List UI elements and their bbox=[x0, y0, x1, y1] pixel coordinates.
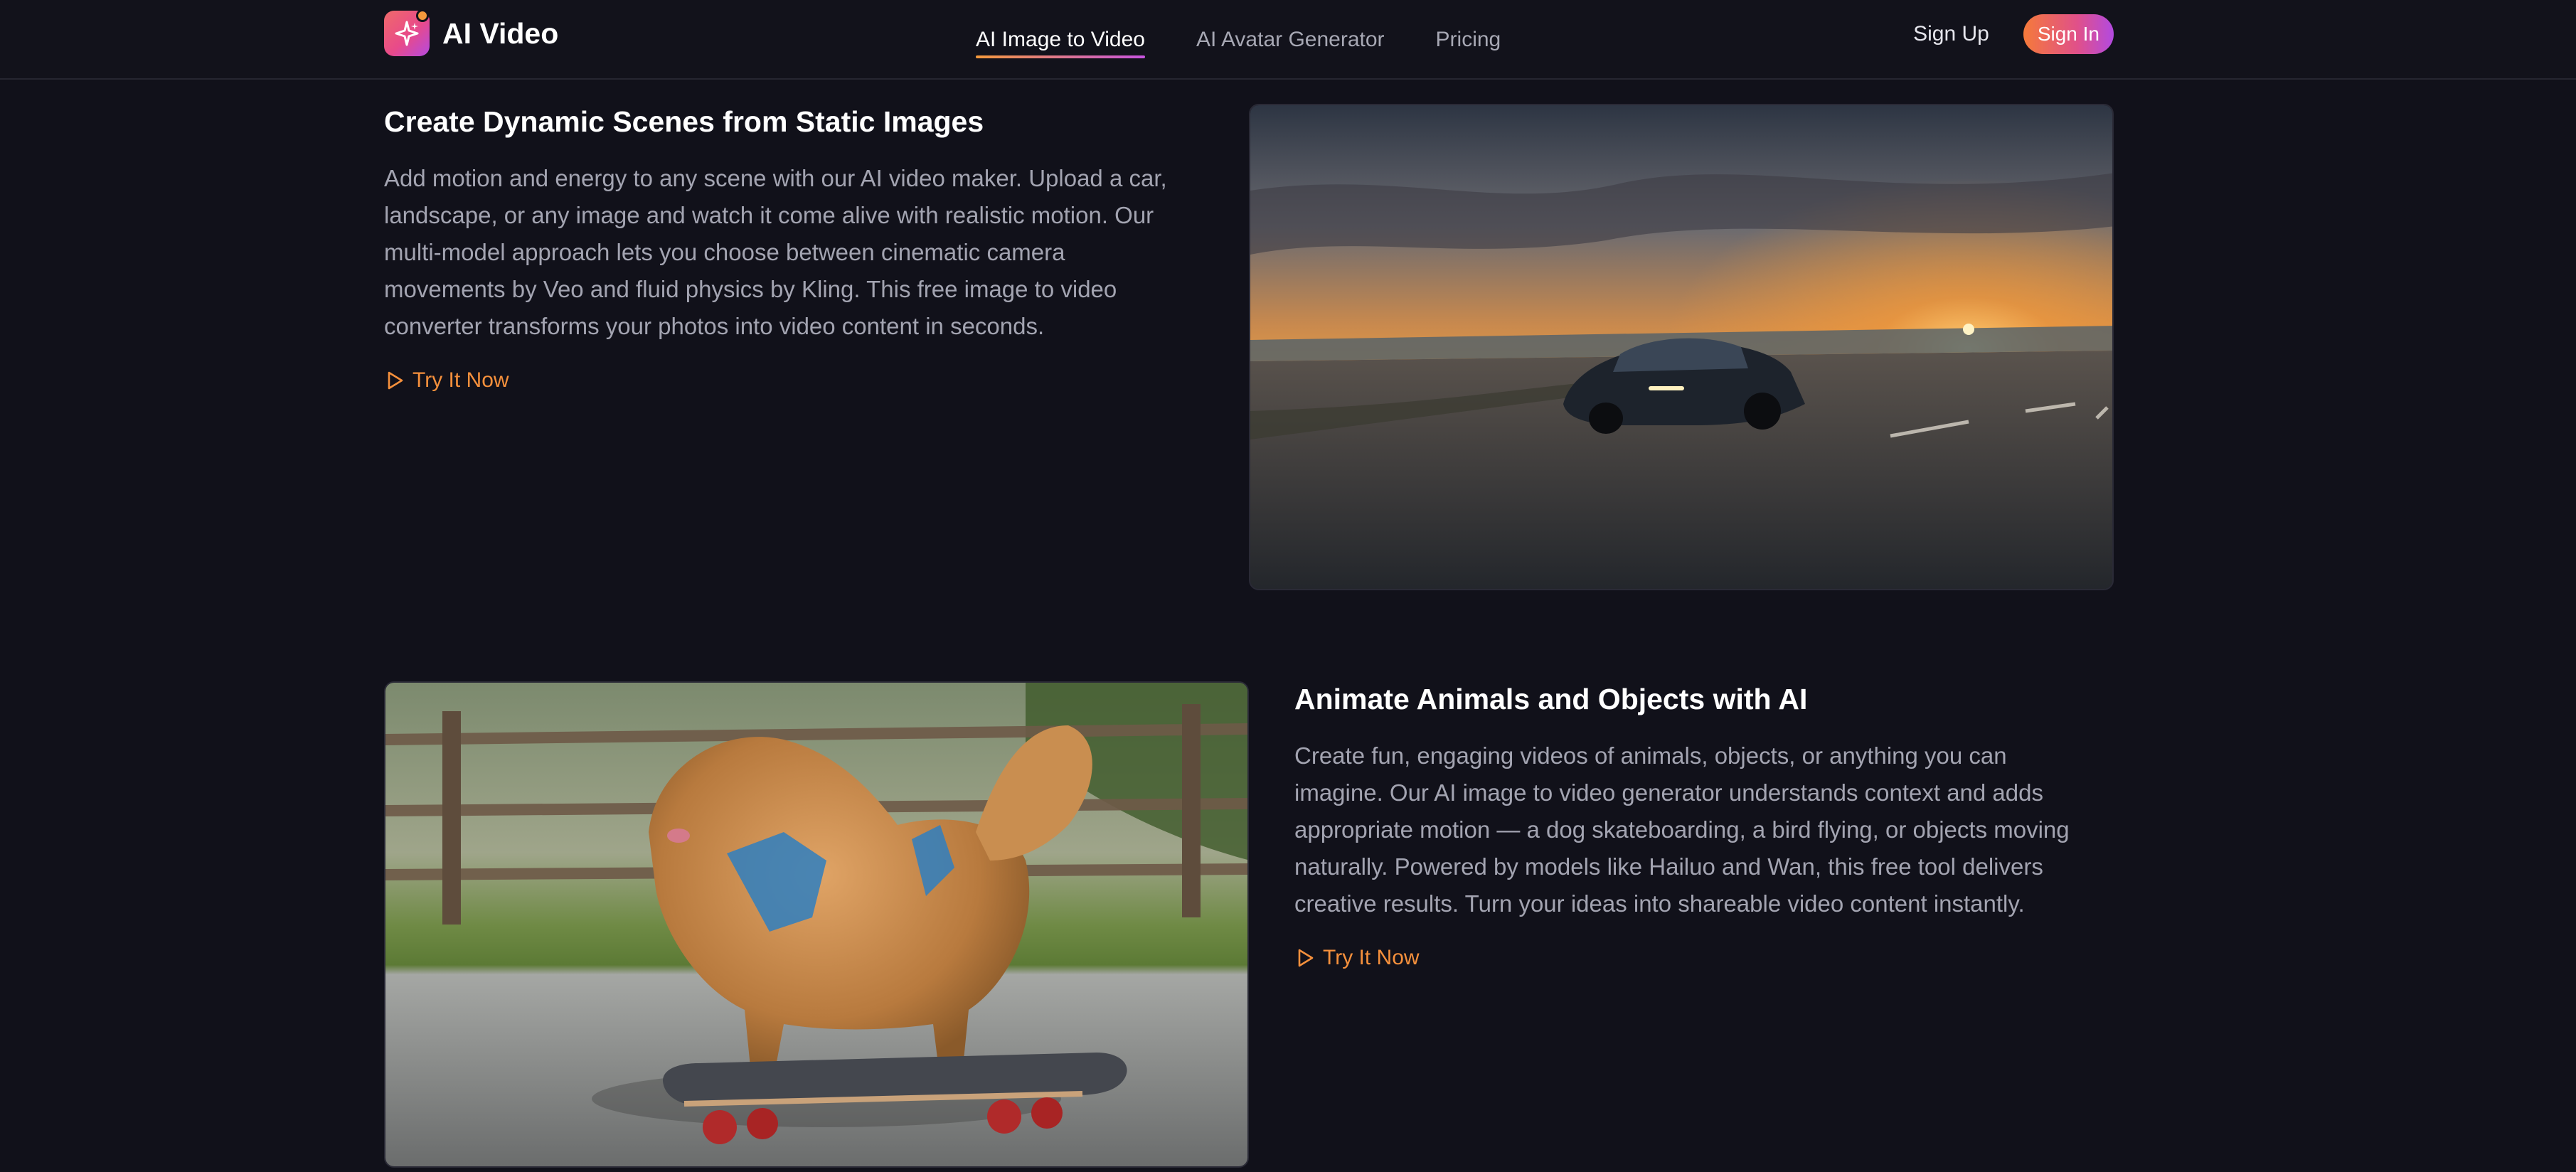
play-icon bbox=[1298, 949, 1314, 967]
brand-name: AI Video bbox=[442, 16, 559, 50]
try-it-now-link[interactable]: Try It Now bbox=[384, 368, 509, 393]
car-sunset-image bbox=[1249, 104, 2114, 590]
body-line: imagine. Our AI image to video generator… bbox=[1294, 779, 2043, 806]
dog-skateboard-image bbox=[384, 681, 1249, 1168]
nav-ai-image-to-video[interactable]: AI Image to Video bbox=[976, 0, 1145, 80]
body-line: Create fun, engaging videos of animals, … bbox=[1294, 742, 2007, 769]
section-body-animate-animals: Create fun, engaging videos of animals, … bbox=[1294, 737, 2119, 922]
auth-actions: Sign Up Sign In bbox=[1913, 14, 2114, 54]
sign-in-button[interactable]: Sign In bbox=[2023, 14, 2114, 54]
try-it-now-label: Try It Now bbox=[413, 368, 509, 392]
body-line: converter transforms your photos into vi… bbox=[384, 313, 1045, 339]
section-body-dynamic-scenes: Add motion and energy to any scene with … bbox=[384, 160, 1202, 345]
body-line: appropriate motion — a dog skateboarding… bbox=[1294, 816, 2070, 843]
body-line: landscape, or any image and watch it com… bbox=[384, 202, 1154, 228]
body-line: Add motion and energy to any scene with … bbox=[384, 165, 1167, 191]
nav-pricing[interactable]: Pricing bbox=[1436, 0, 1501, 80]
body-line: creative results. Turn your ideas into s… bbox=[1294, 890, 2025, 917]
section-title-dynamic-scenes: Create Dynamic Scenes from Static Images bbox=[384, 105, 984, 138]
brand-logo[interactable]: AI Video bbox=[384, 9, 559, 56]
try-it-now-label: Try It Now bbox=[1323, 946, 1420, 969]
body-line: multi-model approach lets you choose bet… bbox=[384, 239, 1065, 265]
site-header: AI Video AI Image to Video AI Avatar Gen… bbox=[0, 0, 2576, 80]
play-icon bbox=[388, 371, 403, 390]
main-nav: AI Image to Video AI Avatar Generator Pr… bbox=[976, 0, 1552, 80]
body-line: naturally. Powered by models like Hailuo… bbox=[1294, 853, 2043, 880]
sparkle-icon bbox=[384, 9, 430, 56]
sign-up-link[interactable]: Sign Up bbox=[1913, 22, 1989, 46]
section-title-animate-animals: Animate Animals and Objects with AI bbox=[1294, 683, 1808, 715]
logo-badge-dot bbox=[416, 9, 429, 22]
try-it-now-link[interactable]: Try It Now bbox=[1294, 946, 1420, 970]
body-line: movements by Veo and fluid physics by Kl… bbox=[384, 276, 1117, 302]
nav-ai-avatar-generator[interactable]: AI Avatar Generator bbox=[1196, 0, 1385, 80]
